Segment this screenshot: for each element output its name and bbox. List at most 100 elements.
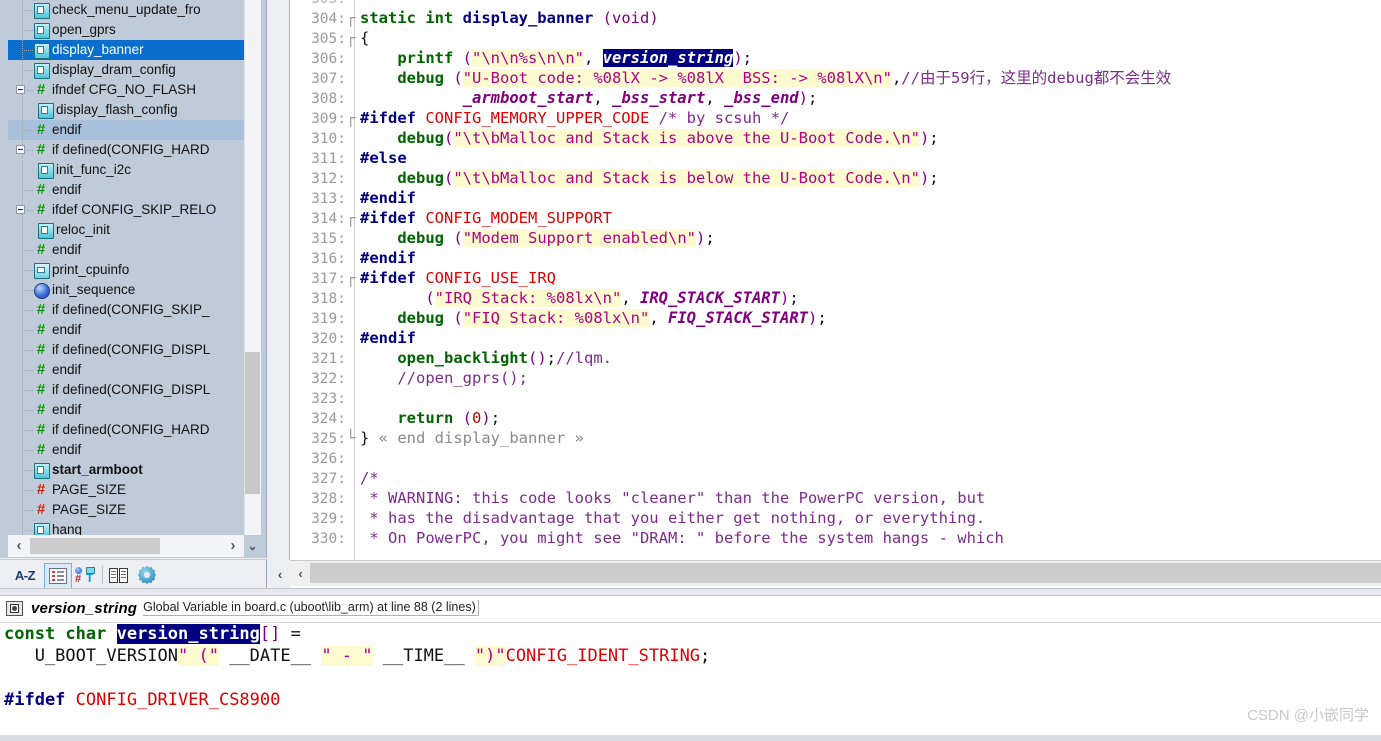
tree-item[interactable]: # endif bbox=[8, 320, 244, 340]
code-line[interactable]: 307: debug ("U-Boot code: %08lX -> %08lX… bbox=[290, 68, 1381, 88]
tree-item[interactable]: # endif bbox=[8, 440, 244, 460]
preprocessor-icon: # bbox=[36, 181, 46, 198]
sort-alphabetical-button[interactable]: A-Z bbox=[10, 563, 40, 587]
code-line[interactable]: 318: ("IRQ Stack: %08lx\n", IRQ_STACK_ST… bbox=[290, 288, 1381, 308]
tree-item[interactable]: reloc_init bbox=[8, 220, 244, 240]
code-line[interactable]: 314:┌ #ifdef CONFIG_MODEM_SUPPORT bbox=[290, 208, 1381, 228]
tree-item[interactable]: open_gprs bbox=[8, 20, 244, 40]
code-token: ( bbox=[462, 49, 473, 67]
code-line[interactable]: 322: //open_gprs(); bbox=[290, 368, 1381, 388]
code-token: CONFIG_USE_IRQ bbox=[425, 269, 556, 287]
code-token: ( bbox=[444, 169, 454, 187]
code-line-text: debug ("U-Boot code: %08lX -> %08lX BSS:… bbox=[352, 68, 1171, 88]
scroll-right-arrow-icon[interactable]: › bbox=[222, 535, 244, 557]
code-line[interactable]: 317:┌ #ifdef CONFIG_USE_IRQ bbox=[290, 268, 1381, 288]
tree-item[interactable]: # ifndef CFG_NO_FLASH bbox=[8, 80, 244, 100]
code-line[interactable]: 305:┌{ bbox=[290, 28, 1381, 48]
tree-item-label: display_dram_config bbox=[52, 62, 176, 77]
tree-guide-branch bbox=[22, 70, 34, 71]
code-line[interactable]: 304:┌ static int display_banner (void) bbox=[290, 8, 1381, 28]
fold-marker-icon[interactable] bbox=[346, 448, 352, 468]
preview-code-line[interactable]: #ifdef CONFIG_DRIVER_CS8900 bbox=[0, 689, 1381, 711]
code-line[interactable]: 309:┌ #ifdef CONFIG_MEMORY_UPPER_CODE /* … bbox=[290, 108, 1381, 128]
code-line[interactable]: 306: printf ("\n\n%s\n\n", version_strin… bbox=[290, 48, 1381, 68]
tree-item[interactable]: # PAGE_SIZE bbox=[8, 500, 244, 520]
settings-button[interactable] bbox=[134, 563, 160, 587]
tree-item[interactable]: # if defined(CONFIG_SKIP_ bbox=[8, 300, 244, 320]
tree-item[interactable]: check_menu_update_fro bbox=[8, 0, 244, 20]
code-line-text: * has the disadvantage that you either g… bbox=[352, 508, 985, 528]
code-line[interactable]: 324: return (0); bbox=[290, 408, 1381, 428]
tree-expander-minus-icon[interactable] bbox=[16, 85, 25, 94]
code-line[interactable]: 328: * WARNING: this code looks "cleaner… bbox=[290, 488, 1381, 508]
tree-item[interactable]: print_cpuinfo bbox=[8, 260, 244, 280]
tree-item[interactable]: # endif bbox=[8, 360, 244, 380]
code-line[interactable]: 329: * has the disadvantage that you eit… bbox=[290, 508, 1381, 528]
line-number: 323: bbox=[311, 391, 346, 407]
code-token: ; bbox=[789, 289, 799, 307]
tree-item-label: if defined(CONFIG_SKIP_ bbox=[52, 302, 210, 317]
scroll-left-arrow-icon[interactable]: ‹ bbox=[8, 535, 30, 557]
preview-code-line[interactable]: const char version_string[] = bbox=[0, 623, 1381, 645]
code-line[interactable]: 319: debug ("FIQ Stack: %08lx\n", FIQ_ST… bbox=[290, 308, 1381, 328]
panel-collapse-column bbox=[268, 0, 290, 590]
tree-item[interactable]: # if defined(CONFIG_DISPL bbox=[8, 380, 244, 400]
tree-item[interactable]: display_dram_config bbox=[8, 60, 244, 80]
tree-item[interactable]: start_armboot bbox=[8, 460, 244, 480]
symbol-filter-button[interactable]: # T bbox=[73, 563, 99, 587]
documentation-button[interactable] bbox=[106, 563, 132, 587]
tree-item[interactable]: # endif bbox=[8, 180, 244, 200]
code-line[interactable]: 311: #else bbox=[290, 148, 1381, 168]
tree-expander-minus-icon[interactable] bbox=[16, 145, 25, 154]
tree-item[interactable]: # endif bbox=[8, 400, 244, 420]
code-line[interactable]: 326: bbox=[290, 448, 1381, 468]
tree-item[interactable]: hang bbox=[8, 520, 244, 535]
sidebar-horizontal-scroll-thumb[interactable] bbox=[30, 538, 160, 554]
code-line[interactable]: 320: #endif bbox=[290, 328, 1381, 348]
fold-marker-icon[interactable] bbox=[346, 388, 352, 408]
code-line[interactable]: 310: debug("\t\bMalloc and Stack is abov… bbox=[290, 128, 1381, 148]
collapse-sidebar-button[interactable]: ‹ bbox=[272, 563, 288, 585]
tree-item[interactable]: display_flash_config bbox=[8, 100, 244, 120]
code-token: const char bbox=[4, 624, 117, 644]
code-line[interactable]: 327: /* bbox=[290, 468, 1381, 488]
symbol-tree[interactable]: check_menu_update_fro open_gprs display_ba… bbox=[8, 0, 244, 535]
tree-item[interactable]: # if defined(CONFIG_DISPL bbox=[8, 340, 244, 360]
code-editor[interactable]: 303:304:┌static int display_banner (void… bbox=[290, 0, 1381, 560]
tree-item[interactable]: # endif bbox=[8, 240, 244, 260]
tree-item[interactable]: # if defined(CONFIG_HARD bbox=[8, 140, 244, 160]
scroll-down-arrow-icon[interactable]: ⌄ bbox=[244, 535, 261, 557]
tree-item[interactable]: init_sequence bbox=[8, 280, 244, 300]
tree-item[interactable]: # ifdef CONFIG_SKIP_RELO bbox=[8, 200, 244, 220]
tree-item[interactable]: # PAGE_SIZE bbox=[8, 480, 244, 500]
code-line[interactable]: 313: #endif bbox=[290, 188, 1381, 208]
code-line[interactable]: 315: debug ("Modem Support enabled\n"); bbox=[290, 228, 1381, 248]
tree-item[interactable]: display_banner bbox=[8, 40, 244, 60]
tree-item[interactable]: # endif bbox=[8, 120, 244, 140]
code-line[interactable]: 316: #endif bbox=[290, 248, 1381, 268]
tree-item[interactable]: # if defined(CONFIG_HARD bbox=[8, 420, 244, 440]
editor-scroll-left-arrow-icon[interactable]: ‹ bbox=[291, 563, 310, 583]
code-line[interactable]: 330: * On PowerPC, you might see "DRAM: … bbox=[290, 528, 1381, 548]
line-number: 304: bbox=[311, 11, 346, 27]
code-line[interactable]: 321: open_backlight();//lqm. bbox=[290, 348, 1381, 368]
code-token: /* by scsuh */ bbox=[658, 109, 790, 127]
line-number: 311: bbox=[311, 151, 346, 167]
tree-item[interactable]: init_func_i2c bbox=[8, 160, 244, 180]
sidebar-vertical-scroll-thumb[interactable] bbox=[245, 352, 260, 494]
code-line[interactable]: 312: debug("\t\bMalloc and Stack is belo… bbox=[290, 168, 1381, 188]
outline-list-button[interactable] bbox=[44, 563, 72, 589]
code-line[interactable]: 323: bbox=[290, 388, 1381, 408]
code-line-text: _armboot_start, _bss_start, _bss_end); bbox=[352, 88, 818, 108]
tree-guide-branch bbox=[22, 10, 34, 11]
tree-expander-minus-icon[interactable] bbox=[16, 205, 25, 214]
editor-horizontal-scroll-thumb[interactable] bbox=[310, 563, 1381, 583]
horizontal-splitter[interactable] bbox=[0, 588, 1381, 596]
code-line[interactable]: 325:└} « end display_banner » bbox=[290, 428, 1381, 448]
preview-code-line[interactable]: U_BOOT_VERSION" (" __DATE__ " - " __TIME… bbox=[0, 645, 1381, 667]
code-line[interactable]: 308: _armboot_start, _bss_start, _bss_en… bbox=[290, 88, 1381, 108]
symbol-preview-code[interactable]: const char version_string[] = U_BOOT_VER… bbox=[0, 622, 1381, 741]
preview-code-line[interactable] bbox=[0, 667, 1381, 689]
code-token: //由于59行，这里的debug都不会生效 bbox=[901, 69, 1172, 87]
